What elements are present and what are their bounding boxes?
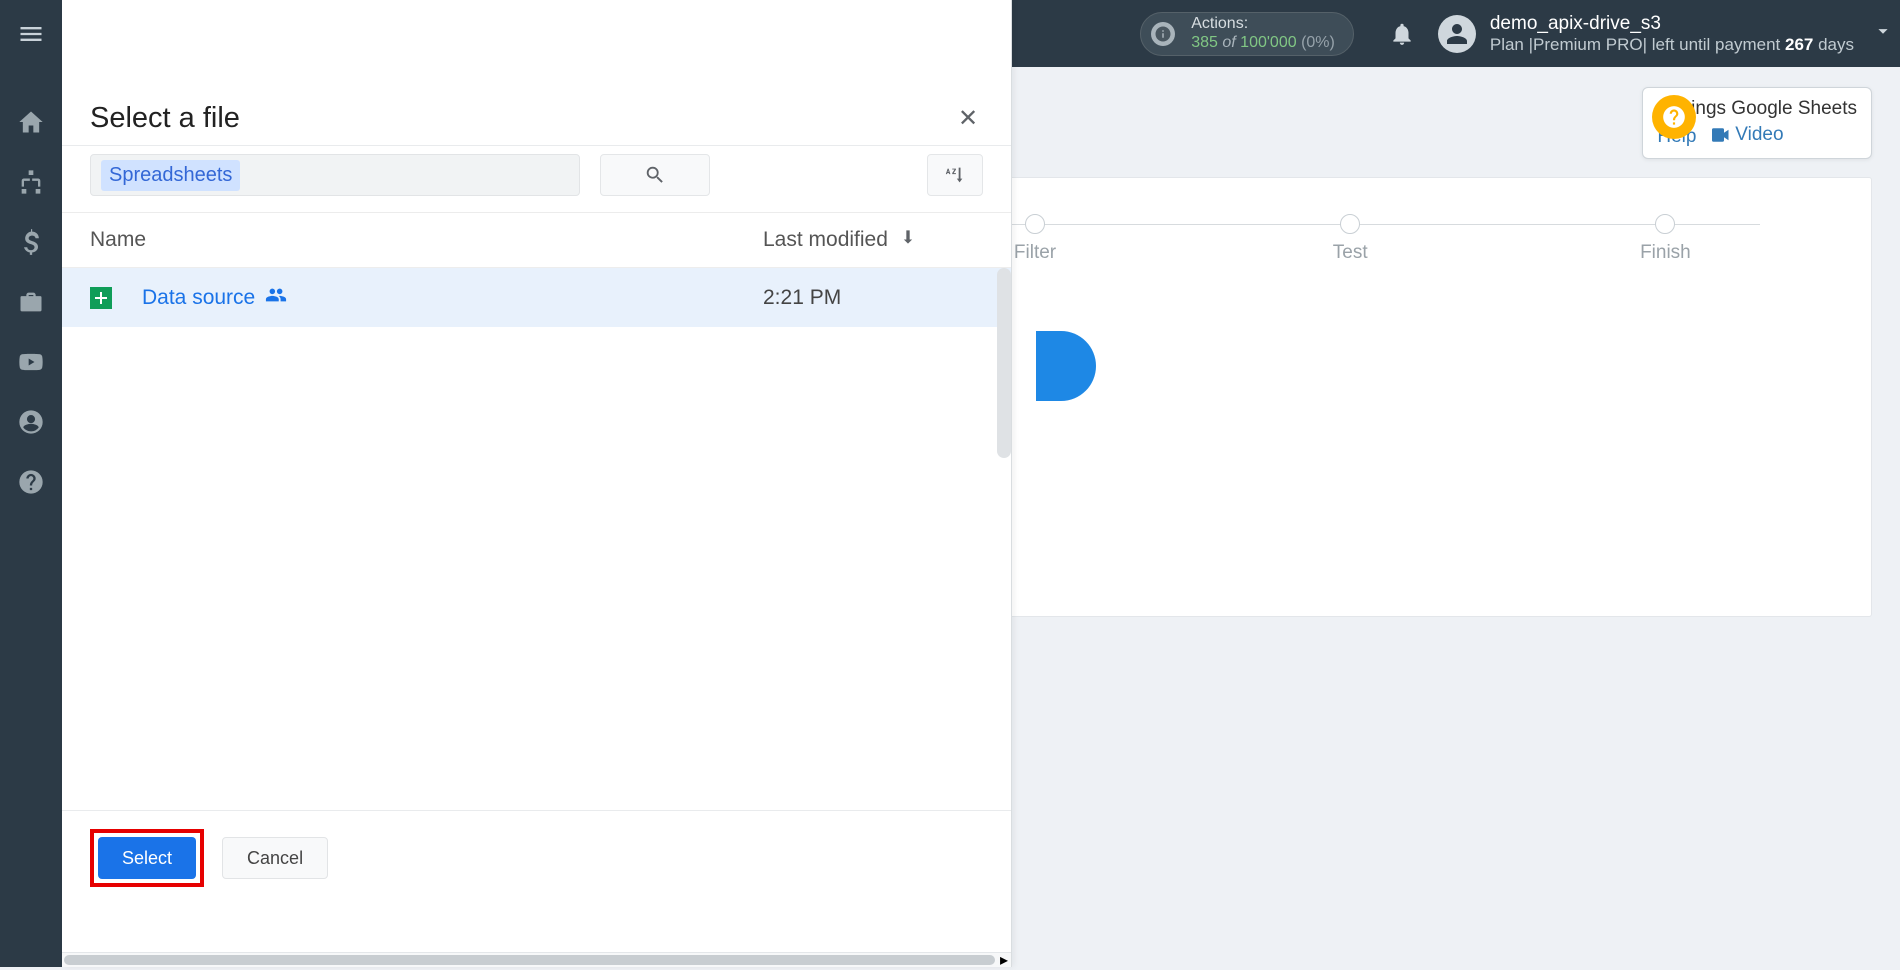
cancel-button[interactable]: Cancel	[222, 837, 328, 879]
file-picker-modal: Select a file ✕ Spreadsheets Name Last m…	[62, 0, 1012, 967]
filter-chip[interactable]: Spreadsheets	[101, 160, 240, 191]
select-highlight: Select	[90, 829, 204, 887]
actions-numbers: 385 of 100'000 (0%)	[1191, 34, 1335, 53]
help-bubble-icon[interactable]	[1652, 95, 1696, 139]
step-dot-icon	[1655, 214, 1675, 234]
sidebar-item-home[interactable]	[0, 99, 62, 145]
shared-icon	[265, 284, 287, 311]
username: demo_apix-drive_s3	[1490, 13, 1854, 35]
info-icon	[1141, 12, 1185, 56]
sort-az-button[interactable]	[927, 154, 983, 196]
col-modified[interactable]: Last modified	[763, 227, 983, 253]
picker-toolbar: Spreadsheets	[62, 146, 1011, 213]
sidebar-item-business[interactable]	[0, 279, 62, 325]
picker-footer: Select Cancel	[62, 810, 1011, 967]
vertical-scrollbar[interactable]	[997, 268, 1011, 458]
file-row[interactable]: Data source 2:21 PM	[62, 268, 1011, 327]
notifications-button[interactable]	[1380, 21, 1424, 47]
user-icon	[1445, 22, 1469, 46]
select-button[interactable]: Select	[98, 837, 196, 879]
picker-title: Select a file	[90, 102, 953, 135]
sheets-icon	[90, 287, 112, 309]
sidebar-item-video[interactable]	[0, 339, 62, 385]
sidebar-item-connections[interactable]	[0, 159, 62, 205]
sidebar-item-account[interactable]	[0, 399, 62, 445]
video-link[interactable]: Video	[1712, 124, 1783, 146]
dollar-icon	[17, 228, 45, 256]
sitemap-icon	[17, 168, 45, 196]
home-icon	[17, 108, 45, 136]
search-button[interactable]	[600, 154, 710, 196]
account-icon	[17, 408, 45, 436]
step-test[interactable]: Test	[1193, 214, 1508, 264]
step-finish[interactable]: Finish	[1508, 214, 1823, 264]
video-icon	[1712, 128, 1730, 142]
search-icon	[644, 164, 666, 186]
sidebar-item-billing[interactable]	[0, 219, 62, 265]
scroll-right-icon[interactable]: ▸	[997, 953, 1011, 967]
briefcase-icon	[17, 288, 45, 316]
left-sidebar	[0, 67, 62, 967]
filter-chip-input[interactable]: Spreadsheets	[90, 154, 580, 196]
chevron-down-icon	[1872, 20, 1894, 42]
actions-counter[interactable]: Actions: 385 of 100'000 (0%)	[1140, 12, 1354, 56]
sort-az-icon	[944, 164, 966, 186]
plan-line: Plan |Premium PRO| left until payment 26…	[1490, 35, 1854, 55]
file-name: Data source	[142, 286, 255, 310]
user-menu-chevron[interactable]	[1872, 20, 1894, 47]
avatar[interactable]	[1438, 15, 1476, 53]
close-icon: ✕	[958, 104, 978, 133]
step-dot-icon	[1025, 214, 1045, 234]
scroll-thumb[interactable]	[64, 955, 995, 965]
actions-label: Actions:	[1191, 15, 1335, 34]
sort-arrow-icon	[898, 227, 918, 253]
sidebar-item-help[interactable]	[0, 459, 62, 505]
menu-toggle-button[interactable]	[0, 0, 62, 67]
hamburger-icon	[17, 20, 45, 48]
question-icon	[17, 468, 45, 496]
bell-icon	[1389, 21, 1415, 47]
picker-columns: Name Last modified	[62, 213, 1011, 268]
picker-file-list: Data source 2:21 PM	[62, 268, 1011, 810]
col-name[interactable]: Name	[90, 228, 763, 252]
question-mark-icon	[1661, 104, 1687, 130]
step-dot-icon	[1340, 214, 1360, 234]
file-modified: 2:21 PM	[763, 286, 983, 310]
horizontal-scrollbar[interactable]: ▸	[62, 952, 1011, 967]
youtube-icon	[17, 348, 45, 376]
picker-close-button[interactable]: ✕	[953, 104, 983, 134]
user-block[interactable]: demo_apix-drive_s3 Plan |Premium PRO| le…	[1490, 13, 1854, 55]
